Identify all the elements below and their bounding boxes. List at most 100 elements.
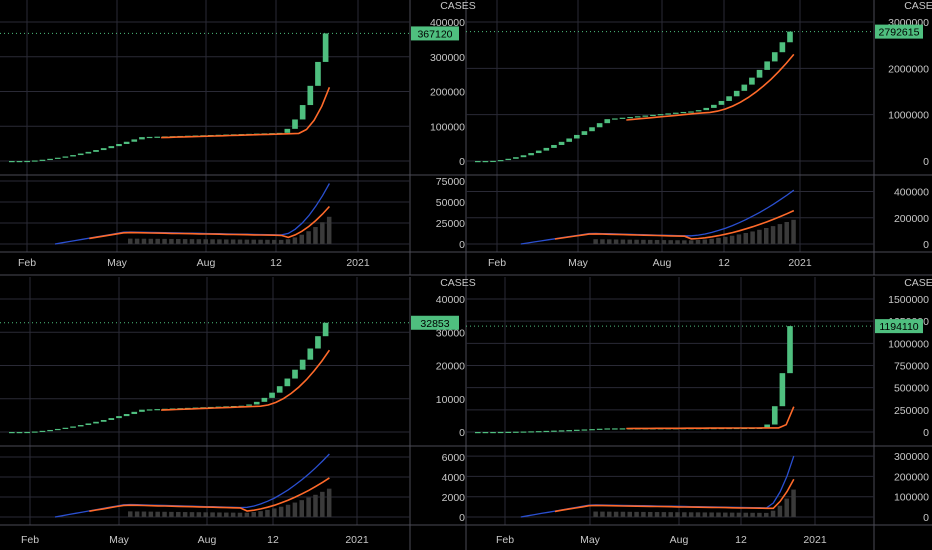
- candle: [154, 409, 161, 411]
- volume-bar: [272, 508, 277, 517]
- volume-bar: [770, 226, 776, 244]
- volume-bar: [320, 491, 325, 517]
- volume-bar: [210, 239, 215, 244]
- volume-bar: [613, 511, 619, 517]
- x-tick-label: Aug: [197, 257, 216, 269]
- x-tick-label: 12: [267, 534, 279, 546]
- volume-bar: [729, 512, 735, 517]
- volume-bar: [155, 238, 160, 244]
- x-tick-label: Feb: [21, 534, 39, 546]
- candle: [100, 148, 107, 151]
- volume-bar: [265, 239, 270, 244]
- x-tick-label: 2021: [346, 257, 370, 269]
- candle: [566, 138, 572, 142]
- candle: [634, 116, 641, 118]
- last-value-label: 1194110: [879, 321, 918, 333]
- volume-bar: [258, 239, 263, 244]
- unit-label: CASES: [904, 0, 932, 12]
- volume-bar: [750, 231, 755, 244]
- volume-bar: [784, 498, 789, 517]
- candle: [284, 128, 291, 133]
- candle: [24, 160, 30, 163]
- chart-grid: 4000003000002000001000000750005000025000…: [0, 0, 932, 550]
- volume-bar: [320, 222, 325, 244]
- candle: [695, 110, 702, 112]
- x-tick-label: Aug: [198, 534, 217, 546]
- candle: [711, 104, 717, 108]
- candle: [604, 428, 611, 430]
- candle: [581, 429, 588, 431]
- candle: [31, 431, 38, 433]
- volume-bar: [688, 512, 694, 517]
- candle: [513, 431, 519, 433]
- volume-bar: [777, 224, 783, 244]
- volume-bar: [285, 239, 291, 244]
- x-tick-label: May: [568, 257, 589, 269]
- lower-y-tick-label: 4000: [442, 472, 466, 484]
- candle: [650, 114, 656, 117]
- candle: [475, 161, 481, 163]
- candle: [528, 153, 534, 156]
- candle: [139, 137, 145, 140]
- candle: [573, 429, 580, 431]
- volume-bar: [791, 219, 796, 244]
- volume-bar: [743, 233, 749, 244]
- candle: [642, 115, 649, 117]
- volume-bar: [182, 512, 188, 517]
- lower-y-tick-label: 0: [459, 239, 465, 251]
- candle: [497, 431, 504, 434]
- candle: [253, 401, 260, 405]
- candle: [108, 146, 115, 149]
- volume-bar: [736, 234, 742, 244]
- lower-y-tick-label: 0: [923, 512, 929, 524]
- candle: [787, 326, 793, 374]
- lower-y-tick-label: 200000: [894, 471, 929, 483]
- candle: [672, 112, 679, 114]
- candle: [688, 111, 694, 113]
- y-tick-label: 40000: [436, 294, 465, 306]
- candle: [528, 431, 534, 433]
- candle: [154, 136, 161, 138]
- candle: [9, 432, 15, 434]
- volume-bar: [278, 506, 284, 517]
- candle: [77, 425, 84, 427]
- candle: [131, 411, 138, 415]
- volume-bar: [237, 239, 243, 244]
- lower-y-tick-label: 50000: [436, 197, 465, 209]
- candle: [771, 406, 778, 425]
- candle: [543, 147, 550, 151]
- candle: [573, 134, 580, 139]
- y-tick-label: 500000: [894, 383, 929, 395]
- candle: [54, 157, 61, 159]
- volume-bar: [716, 237, 721, 244]
- volume-bar: [654, 512, 660, 517]
- candle: [756, 69, 763, 78]
- candle: [307, 348, 314, 360]
- volume-bar: [620, 511, 626, 517]
- candle: [612, 428, 618, 430]
- candle: [93, 150, 99, 152]
- unit-label: CASES: [904, 277, 932, 289]
- y-tick-label: 0: [923, 427, 929, 439]
- y-tick-label: 200000: [430, 87, 465, 99]
- candle: [54, 428, 61, 431]
- candle: [9, 161, 15, 163]
- x-tick-label: 2021: [788, 257, 812, 269]
- candle: [322, 33, 329, 62]
- volume-bar: [661, 512, 667, 517]
- y-tick-label: 1500000: [888, 294, 929, 306]
- candle: [269, 392, 275, 398]
- candle: [612, 118, 618, 120]
- volume-bar: [757, 229, 762, 244]
- x-tick-label: May: [580, 534, 601, 546]
- volume-bar: [743, 512, 749, 517]
- x-tick-label: 12: [718, 257, 730, 269]
- candle: [543, 430, 550, 433]
- y-tick-label: 0: [459, 156, 465, 168]
- candle: [520, 431, 527, 433]
- candle: [726, 96, 732, 101]
- candle: [146, 136, 153, 139]
- volume-bar: [784, 222, 789, 244]
- lower-y-tick-label: 200000: [894, 213, 929, 225]
- trend-line-orange: [89, 205, 330, 240]
